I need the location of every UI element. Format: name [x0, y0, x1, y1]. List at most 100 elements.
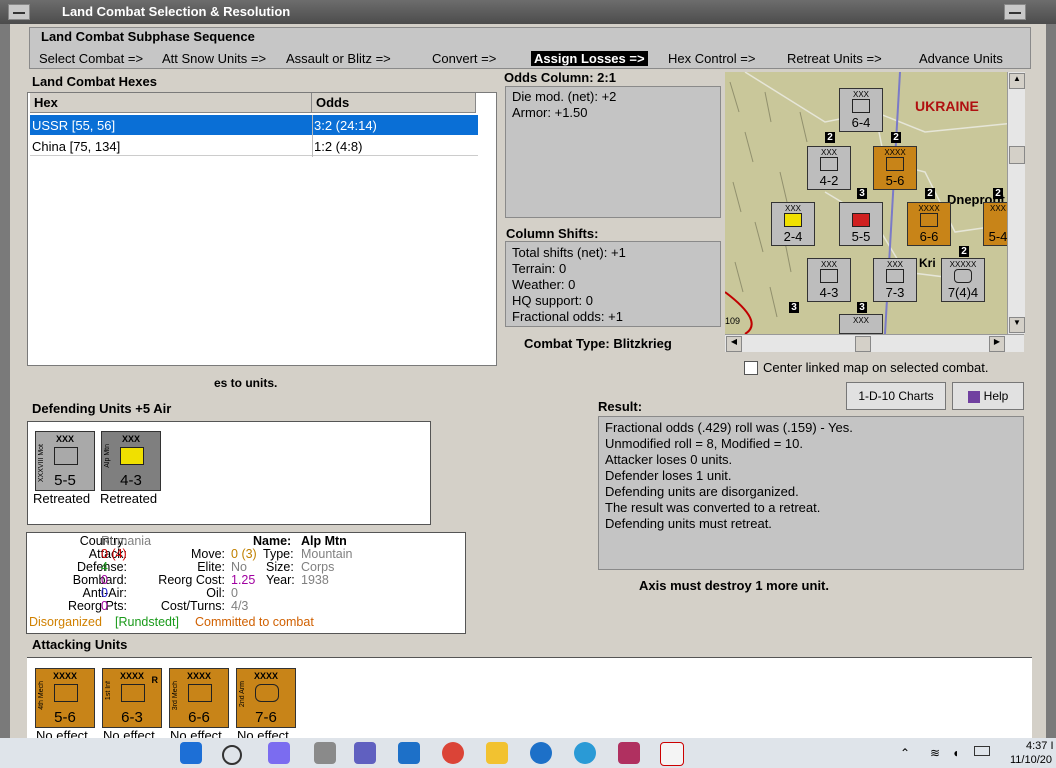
- name-value: Alp Mtn: [301, 534, 347, 548]
- subphase-sequence: Land Combat Subphase Sequence Select Com…: [29, 27, 1031, 69]
- file-explorer-icon[interactable]: [486, 742, 508, 764]
- reorg-pts-label: Reorg Pts:: [67, 599, 127, 613]
- truncated-text: es to units.: [214, 376, 278, 390]
- task-view-icon[interactable]: [314, 742, 336, 764]
- scroll-right-icon[interactable]: ▶: [989, 336, 1005, 352]
- result-line: Unmodified roll = 8, Modified = 10.: [605, 436, 803, 451]
- edge-icon[interactable]: [574, 742, 596, 764]
- shift-weather: Weather: 0: [512, 277, 576, 292]
- table-row[interactable]: China [75, 134] 1:2 (4:8): [30, 136, 478, 156]
- attacking-unit[interactable]: XXXX 4th Mech 5-6: [35, 668, 95, 728]
- table-row[interactable]: USSR [55, 56] 3:2 (24:14): [30, 115, 478, 135]
- phase-assign-losses[interactable]: Assign Losses =>: [531, 51, 648, 66]
- unit-status: Retreated: [100, 491, 158, 506]
- help-button[interactable]: Help: [952, 382, 1024, 410]
- map-counter[interactable]: XXX 2-4: [771, 202, 815, 246]
- cost-turns-label: Cost/Turns:: [160, 599, 225, 613]
- game-icon[interactable]: [618, 742, 640, 764]
- close-button[interactable]: [1004, 4, 1026, 20]
- map-city-label: Kri: [919, 256, 936, 270]
- map-counter[interactable]: XXXX 6-6: [907, 202, 951, 246]
- charts-button[interactable]: 1-D-10 Charts: [846, 382, 946, 410]
- phase-assault-blitz[interactable]: Assault or Blitz =>: [286, 51, 391, 66]
- bombard-value: 0: [101, 573, 108, 587]
- help-app-icon[interactable]: [530, 742, 552, 764]
- defending-unit[interactable]: XXX XXXVIII Mot 5-5: [35, 431, 95, 491]
- phase-retreat-units[interactable]: Retreat Units =>: [787, 51, 882, 66]
- notepad-icon[interactable]: [660, 742, 684, 766]
- map-counter[interactable]: XXX 7-3: [873, 258, 917, 302]
- shift-terrain: Terrain: 0: [512, 261, 567, 276]
- result-line: Attacker loses 0 units.: [605, 452, 733, 467]
- teams-icon[interactable]: [354, 742, 376, 764]
- scroll-left-icon[interactable]: ◀: [726, 336, 742, 352]
- right-frame: [1046, 24, 1056, 738]
- map-vertical-scrollbar[interactable]: ▲ ▼: [1007, 72, 1025, 334]
- stack-count: 3: [857, 188, 867, 199]
- wifi-icon[interactable]: ≋: [930, 746, 940, 760]
- reorg-cost-label: Reorg Cost:: [158, 573, 225, 587]
- attacking-unit[interactable]: XXXX 3rd Mech 6-6: [169, 668, 229, 728]
- chrome-icon[interactable]: [442, 742, 464, 764]
- bombard-label: Bombard:: [72, 573, 127, 587]
- minimize-button[interactable]: [8, 4, 30, 20]
- status-committed: Committed to combat: [195, 615, 314, 629]
- map-counter[interactable]: XXXXX 7(4)4: [941, 258, 985, 302]
- map-counter[interactable]: XXX: [839, 314, 883, 334]
- hp-icon[interactable]: [398, 742, 420, 764]
- copilot-icon[interactable]: [268, 742, 290, 764]
- map-counter[interactable]: XXX 4-2: [807, 146, 851, 190]
- map-horizontal-scrollbar[interactable]: ◀ ▶: [725, 334, 1024, 352]
- map-counter[interactable]: XXX 6-4: [839, 88, 883, 132]
- attacking-unit[interactable]: XXXX 1st Inf R 6-3: [102, 668, 162, 728]
- search-icon[interactable]: [222, 745, 242, 765]
- country-value: Rumania: [101, 534, 152, 548]
- scroll-thumb[interactable]: [1009, 146, 1025, 164]
- linked-map[interactable]: UKRAINE Dnepropt Kri XXX 6-4 XXX 4-2 XXXX 5…: [725, 72, 1025, 334]
- phase-convert[interactable]: Convert =>: [432, 51, 496, 66]
- map-counter[interactable]: XXX 4-3: [807, 258, 851, 302]
- map-counter-selected[interactable]: 5-5: [839, 202, 883, 246]
- phase-select-combat[interactable]: Select Combat =>: [39, 51, 143, 66]
- defending-unit[interactable]: XXX Alp Mtn 4-3: [101, 431, 161, 491]
- battery-icon[interactable]: [974, 746, 990, 756]
- col-odds-header[interactable]: Odds: [312, 93, 476, 113]
- unit-status: Retreated: [33, 491, 91, 506]
- result-box: Fractional odds (.429) roll was (.159) -…: [598, 416, 1024, 570]
- hex-cell: China [75, 134]: [32, 139, 121, 154]
- volume-icon[interactable]: ◖: [952, 746, 959, 760]
- hexes-heading: Land Combat Hexes: [32, 74, 157, 89]
- result-line: Defending units must retreat.: [605, 516, 772, 531]
- scroll-up-icon[interactable]: ▲: [1009, 73, 1025, 89]
- odds-heading: Odds Column: 2:1: [504, 70, 616, 85]
- scroll-thumb[interactable]: [855, 336, 871, 352]
- scroll-down-icon[interactable]: ▼: [1009, 317, 1025, 333]
- oil-value: 0: [231, 586, 238, 600]
- phase-advance-units[interactable]: Advance Units: [919, 51, 1003, 66]
- defense-value: 4: [101, 560, 108, 574]
- stack-count: 2: [993, 188, 1003, 199]
- move-value: 0 (3): [231, 547, 257, 561]
- die-mod: Die mod. (net): +2: [512, 89, 617, 104]
- odds-cell: 3:2 (24:14): [314, 118, 377, 133]
- defending-units-panel: XXX XXXVIII Mot 5-5 Retreated XXX Alp Mt…: [27, 421, 431, 525]
- chevron-up-icon[interactable]: ⌃: [900, 746, 910, 760]
- clock-date[interactable]: 11/10/20: [1010, 754, 1052, 766]
- stack-count: 2: [959, 246, 969, 257]
- name-label: Name:: [253, 534, 292, 548]
- help-label: Help: [983, 389, 1009, 403]
- center-map-checkbox[interactable]: [744, 361, 758, 375]
- map-counter[interactable]: XXXX 5-6: [873, 146, 917, 190]
- attacking-unit[interactable]: XXXX 2nd Arm 7-6: [236, 668, 296, 728]
- shift-hq: HQ support: 0: [512, 293, 593, 308]
- map-hex-label: 109: [725, 316, 741, 326]
- phase-att-snow[interactable]: Att Snow Units =>: [162, 51, 266, 66]
- start-icon[interactable]: [180, 742, 202, 764]
- col-hex-header[interactable]: Hex: [30, 93, 312, 113]
- clock-time[interactable]: 4:37 I: [1026, 740, 1054, 752]
- type-value: Mountain: [301, 547, 353, 561]
- attacking-units-panel: XXXX 4th Mech 5-6 No effect XXXX 1st Inf R …: [27, 657, 1032, 739]
- phase-hex-control[interactable]: Hex Control =>: [668, 51, 755, 66]
- window-title: Land Combat Selection & Resolution: [62, 4, 291, 19]
- elite-label: Elite:: [197, 560, 225, 574]
